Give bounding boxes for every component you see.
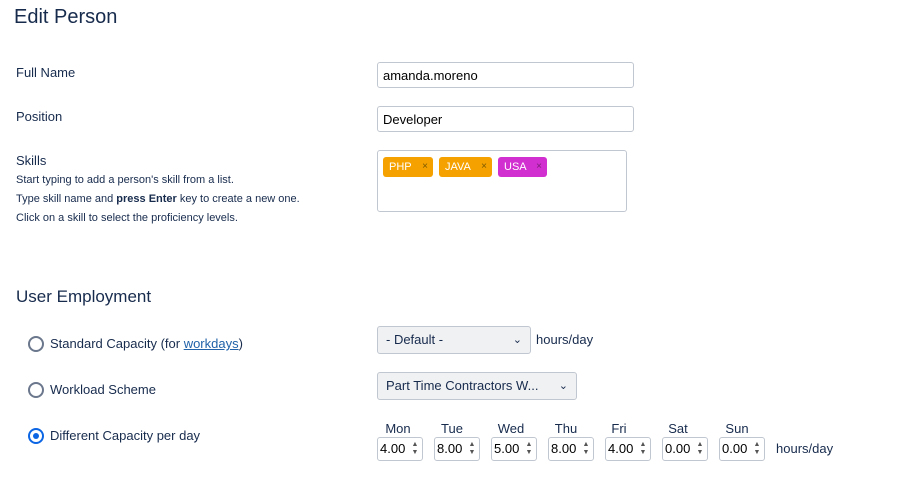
full-name-label: Full Name <box>16 65 76 80</box>
skills-label: Skills <box>16 153 47 168</box>
capacity-input-tue[interactable]: 8.00 ▲ ▼ <box>434 437 480 461</box>
capacity-input-sat[interactable]: 0.00 ▲ ▼ <box>662 437 708 461</box>
capacity-input-fri[interactable]: 4.00 ▲ ▼ <box>605 437 651 461</box>
skill-tag-label: JAVA <box>445 161 471 173</box>
day-label-sat: Sat <box>668 421 688 436</box>
skills-help: Start typing to add a person's skill fro… <box>16 171 356 228</box>
skill-tag-usa[interactable]: USA × <box>498 157 547 177</box>
day-label-wed: Wed <box>497 421 525 436</box>
different-capacity-radio[interactable] <box>28 428 44 444</box>
standard-capacity-radio[interactable] <box>28 336 44 352</box>
skills-input[interactable]: PHP × JAVA × USA × <box>377 150 627 212</box>
different-capacity-units: hours/day <box>776 441 834 456</box>
close-icon[interactable]: × <box>422 157 428 177</box>
spinner-icon[interactable]: ▲ ▼ <box>752 441 762 457</box>
close-icon[interactable]: × <box>481 157 487 177</box>
day-label-mon: Mon <box>385 421 411 436</box>
workload-scheme-select[interactable]: Part Time Contractors W... ⌄ <box>377 372 577 400</box>
skills-help-line-1: Start typing to add a person's skill fro… <box>16 174 234 186</box>
skill-tag-java[interactable]: JAVA × <box>439 157 492 177</box>
skills-help-line-3: Click on a skill to select the proficien… <box>16 212 238 224</box>
position-input[interactable] <box>377 106 634 132</box>
standard-capacity-value: - Default - <box>386 332 444 347</box>
workload-scheme-label[interactable]: Workload Scheme <box>50 382 156 397</box>
workdays-link[interactable]: workdays <box>184 336 239 351</box>
section-title-user-employment: User Employment <box>16 287 152 306</box>
spinner-icon[interactable]: ▲ ▼ <box>581 441 591 457</box>
close-icon[interactable]: × <box>536 157 542 177</box>
capacity-input-sun[interactable]: 0.00 ▲ ▼ <box>719 437 765 461</box>
position-label: Position <box>16 109 63 124</box>
day-label-fri: Fri <box>611 421 627 436</box>
different-capacity-label[interactable]: Different Capacity per day <box>50 428 200 443</box>
spinner-icon[interactable]: ▲ ▼ <box>638 441 648 457</box>
workload-scheme-radio[interactable] <box>28 382 44 398</box>
standard-capacity-units: hours/day <box>536 332 594 347</box>
skill-tag-label: PHP <box>389 161 412 173</box>
spinner-icon[interactable]: ▲ ▼ <box>524 441 534 457</box>
spinner-icon[interactable]: ▲ ▼ <box>695 441 705 457</box>
standard-capacity-select[interactable]: - Default - ⌄ <box>377 326 531 354</box>
day-label-tue: Tue <box>441 421 463 436</box>
capacity-input-mon[interactable]: 4.00 ▲ ▼ <box>377 437 423 461</box>
spinner-icon[interactable]: ▲ ▼ <box>467 441 477 457</box>
workload-scheme-value: Part Time Contractors W... <box>386 378 539 393</box>
spinner-icon[interactable]: ▲ ▼ <box>410 441 420 457</box>
standard-capacity-label[interactable]: Standard Capacity (for workdays) <box>50 336 243 351</box>
full-name-input[interactable] <box>377 62 634 88</box>
capacity-input-thu[interactable]: 8.00 ▲ ▼ <box>548 437 594 461</box>
day-label-thu: Thu <box>554 421 578 436</box>
skills-help-line-2: Type skill name and press Enter key to c… <box>16 193 300 205</box>
skill-tag-label: USA <box>504 161 527 173</box>
capacity-input-wed[interactable]: 5.00 ▲ ▼ <box>491 437 537 461</box>
page-title: Edit Person <box>14 6 118 28</box>
day-label-sun: Sun <box>725 421 749 436</box>
chevron-down-icon: ⌄ <box>558 380 568 392</box>
chevron-down-icon: ⌄ <box>512 334 522 346</box>
skill-tag-php[interactable]: PHP × <box>383 157 433 177</box>
